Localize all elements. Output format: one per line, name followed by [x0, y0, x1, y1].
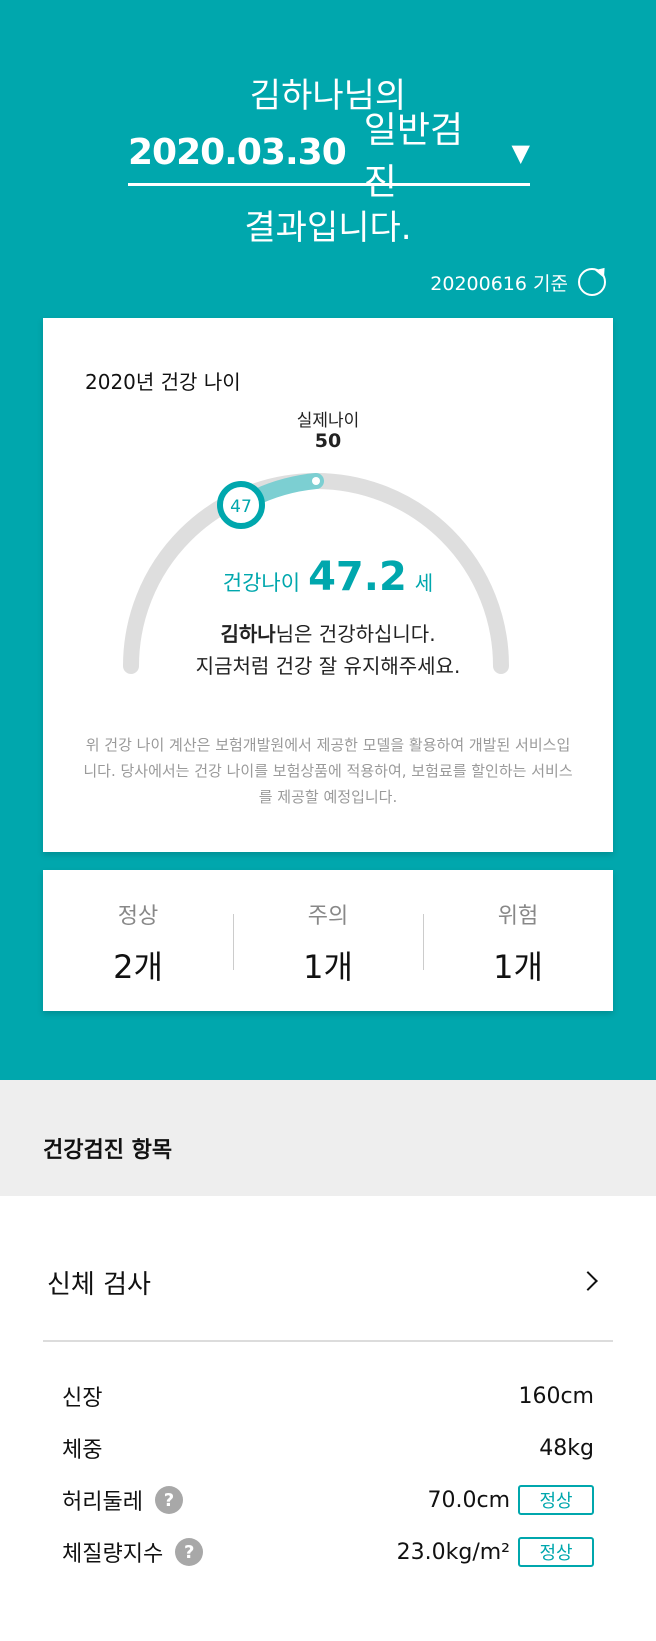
health-age-value: 47.2	[308, 554, 407, 600]
help-icon[interactable]: ?	[154, 1486, 183, 1514]
count-value: 2개	[113, 948, 163, 986]
refresh-icon[interactable]	[578, 268, 606, 296]
message-text: 님은 건강하십니다.	[275, 622, 436, 646]
result-line: 결과입니다.	[244, 208, 412, 248]
disclaimer-note: 위 건강 나이 계산은 보험개발원에서 제공한 모델을 활용하여 개발된 서비스…	[83, 736, 573, 806]
body-exam-row[interactable]: 신체 검사	[43, 1234, 613, 1342]
count-value: 1개	[303, 948, 353, 986]
caution-count: 주의 1개	[233, 870, 423, 1011]
health-age-label: 건강나이	[222, 571, 301, 595]
chevron-right-icon	[578, 1271, 598, 1291]
exam-type: 일반검진	[363, 109, 464, 203]
status-badge: 정상	[518, 1537, 594, 1567]
item-value: 23.0kg/m²	[396, 1539, 510, 1565]
item-value: 70.0cm	[427, 1487, 510, 1513]
item-value: 48kg	[539, 1435, 594, 1461]
real-age-dot	[312, 477, 320, 485]
item-value: 160cm	[518, 1383, 594, 1409]
status-badge: 정상	[518, 1485, 594, 1515]
exam-date-dropdown[interactable]: 2020.03.30 일반검진 ▼	[128, 110, 530, 203]
count-value: 1개	[493, 948, 543, 986]
real-age-label: 실제나이	[296, 411, 360, 431]
health-age-marker-value: 47	[230, 497, 252, 517]
risk-count: 위험 1개	[423, 870, 613, 1011]
section-title: 건강검진 항목	[43, 1138, 173, 1163]
message-name: 김하나	[220, 622, 276, 646]
basis-date-row: 20200616 기준	[430, 268, 606, 296]
item-name: 허리둘레	[62, 1490, 143, 1515]
user-name-line: 김하나님의	[249, 76, 407, 116]
count-label: 정상	[117, 904, 159, 929]
exam-date: 2020.03.30	[128, 132, 347, 173]
item-name: 체질량지수	[62, 1542, 164, 1567]
health-age-unit: 세	[414, 571, 434, 595]
exam-item-waist: 허리둘레? 70.0cm 정상	[62, 1480, 594, 1520]
exam-item-bmi: 체질량지수? 23.0kg/m² 정상	[62, 1532, 594, 1572]
count-label: 위험	[497, 904, 539, 929]
health-age-title: 2020년 건강 나이	[85, 370, 241, 394]
health-age-row: 건강나이 47.2 세	[43, 554, 613, 600]
body-exam-title: 신체 검사	[47, 1270, 151, 1300]
exam-item-height: 신장 160cm	[62, 1376, 594, 1416]
normal-count: 정상 2개	[43, 870, 233, 1011]
exam-item-weight: 체중 48kg	[62, 1428, 594, 1468]
help-icon[interactable]: ?	[175, 1538, 204, 1566]
health-message-line2: 지금처럼 건강 잘 유지해주세요.	[195, 654, 461, 678]
health-age-card: 2020년 건강 나이 실제나이 50 47 건강나이 47.2 세 김하나님은 건…	[43, 318, 613, 852]
health-message: 김하나님은 건강하십니다.	[43, 618, 613, 647]
item-name: 체중	[62, 1438, 103, 1463]
status-summary-card: 정상 2개 주의 1개 위험 1개	[43, 870, 613, 1011]
caret-down-icon: ▼	[511, 138, 530, 167]
count-label: 주의	[307, 904, 349, 929]
item-name: 신장	[62, 1386, 103, 1411]
basis-date: 20200616 기준	[430, 272, 568, 295]
result-header: 김하나님의 2020.03.30 일반검진 ▼ 결과입니다. 20200616 …	[0, 0, 656, 1080]
section-header: 건강검진 항목	[0, 1080, 656, 1196]
